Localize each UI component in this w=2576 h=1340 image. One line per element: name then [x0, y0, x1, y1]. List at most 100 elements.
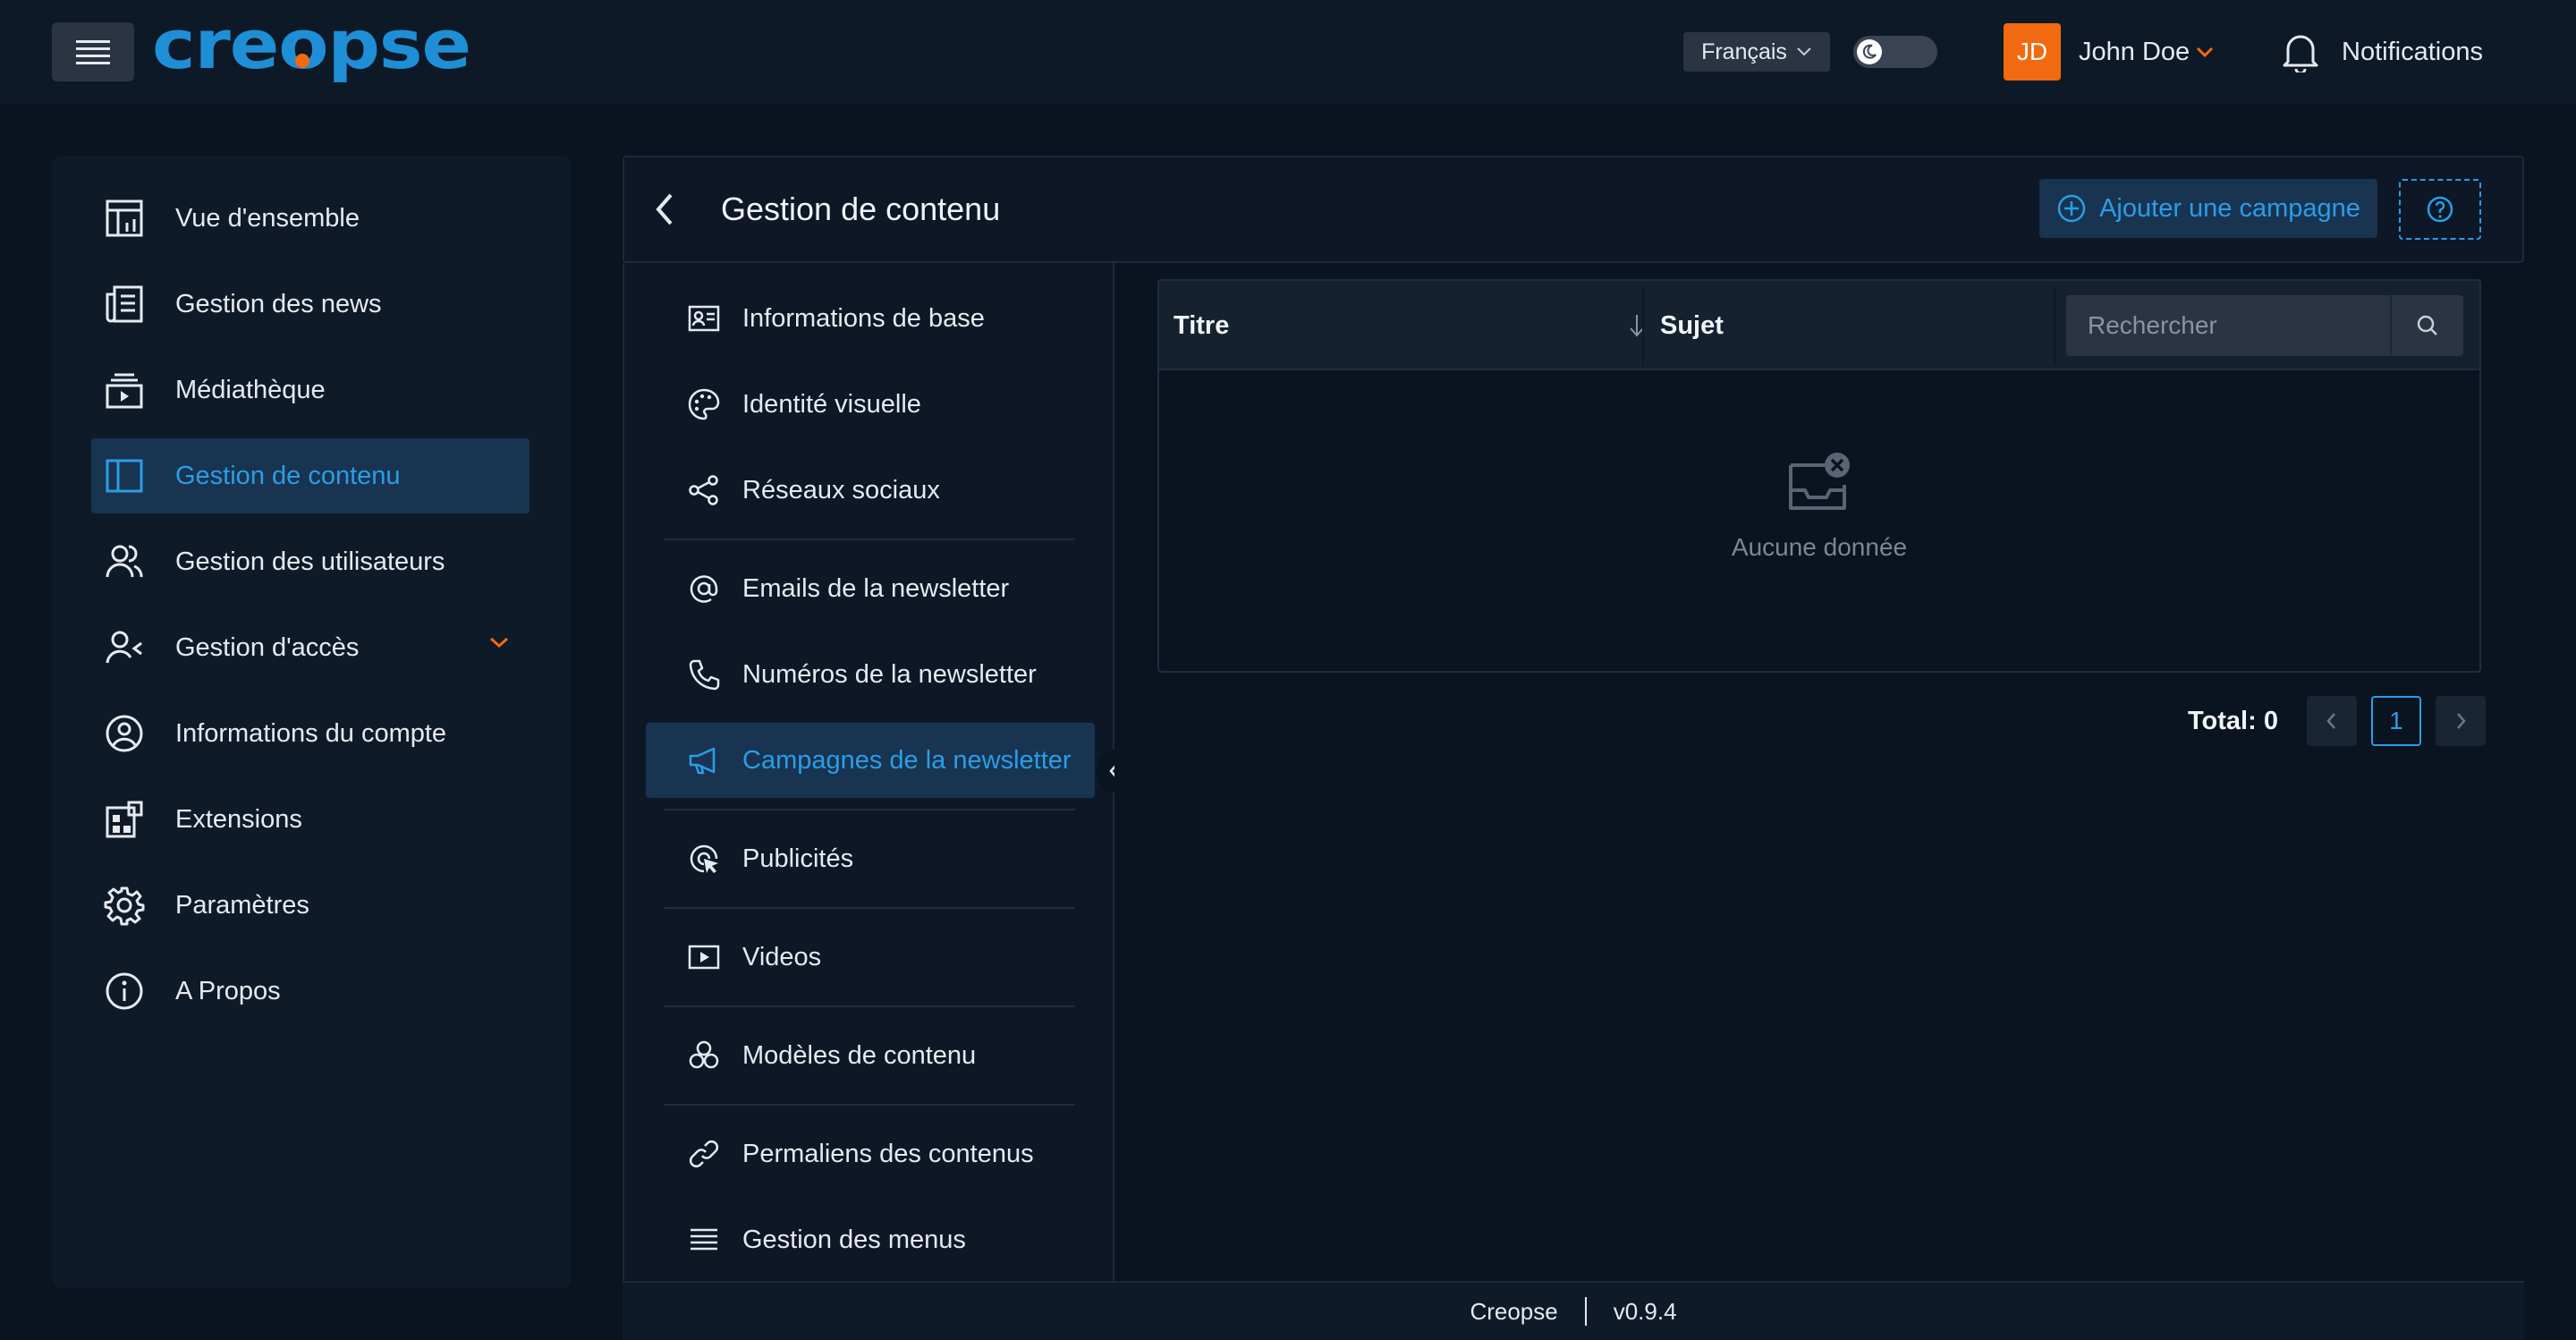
empty-state-text: Aucune donnée: [1731, 533, 1908, 561]
svg-text:creopse: creopse: [152, 11, 470, 84]
back-button[interactable]: [653, 191, 676, 227]
notifications-label: Notifications: [2342, 37, 2483, 66]
page-number-button[interactable]: 1: [2370, 696, 2421, 746]
video-icon: [688, 945, 720, 970]
menu-lines-icon: [691, 1228, 717, 1251]
hamburger-menu-button[interactable]: [52, 22, 134, 81]
main-sidebar: Vue d'ensemble Gestion des news Médiathè…: [52, 156, 571, 1288]
ad-target-icon: [690, 844, 718, 873]
chevron-down-icon: [2197, 47, 2214, 58]
chevron-right-icon: [2457, 713, 2466, 729]
dashboard-icon: [106, 199, 143, 237]
sidebar-item-news[interactable]: Gestion des news: [91, 267, 530, 342]
creopse-logo[interactable]: creopse: [152, 11, 474, 89]
submenu-item-menu-management[interactable]: Gestion des menus: [646, 1202, 1095, 1277]
footer-app-name: Creopse: [1470, 1297, 1558, 1325]
next-page-button[interactable]: [2435, 696, 2486, 746]
user-access-icon: [106, 631, 142, 664]
sidebar-item-settings[interactable]: Paramètres: [91, 868, 530, 943]
user-menu[interactable]: John Doe: [2079, 32, 2215, 72]
language-label: Français: [1701, 38, 1787, 64]
sidebar-item-overview[interactable]: Vue d'ensemble: [91, 181, 530, 256]
palette-icon: [688, 388, 720, 420]
info-icon: [106, 972, 143, 1010]
submenu-item-ads[interactable]: Publicités: [646, 821, 1095, 896]
submenu-item-social-networks[interactable]: Réseaux sociaux: [646, 453, 1095, 528]
extensions-icon: [106, 801, 143, 838]
content-area: Titre Sujet Rechercher Aucune donnée Tot…: [1114, 263, 2524, 1281]
submenu-divider: [664, 1104, 1075, 1106]
submenu-divider: [664, 809, 1075, 810]
link-icon: [689, 1140, 719, 1168]
footer-version: v0.9.4: [1613, 1297, 1677, 1325]
empty-inbox-icon: [1789, 453, 1850, 510]
prev-page-button[interactable]: [2306, 696, 2357, 746]
submenu-item-visual-identity[interactable]: Identité visuelle: [646, 367, 1095, 442]
media-library-icon: [106, 373, 143, 409]
user-name: John Doe: [2079, 37, 2190, 66]
chevron-down-icon[interactable]: [488, 635, 510, 649]
footer: Creopse v0.9.4: [623, 1281, 2524, 1340]
submenu-item-basic-info[interactable]: Informations de base: [646, 281, 1095, 356]
pagination: Total: 0 1: [2188, 696, 2500, 746]
theme-toggle[interactable]: [1853, 36, 1937, 68]
gear-icon: [104, 886, 145, 926]
footer-divider: [1584, 1297, 1587, 1326]
add-campaign-button[interactable]: Ajouter une campagne: [2039, 179, 2377, 238]
id-card-icon: [688, 305, 720, 332]
campaigns-table: Titre Sujet Rechercher Aucune donnée: [1157, 279, 2481, 673]
table-header: Titre Sujet: [1159, 281, 2479, 370]
sidebar-item-content-management[interactable]: Gestion de contenu: [91, 438, 530, 513]
user-avatar[interactable]: JD: [2004, 23, 2061, 81]
blocks-icon: [689, 1040, 719, 1069]
column-header-subject[interactable]: Sujet: [1660, 281, 1724, 370]
sidebar-item-users[interactable]: Gestion des utilisateurs: [91, 524, 530, 599]
sidebar-item-extensions[interactable]: Extensions: [91, 782, 530, 857]
layout-panel-icon: [106, 459, 143, 493]
search-icon: [2417, 315, 2437, 335]
hamburger-icon: [76, 40, 110, 64]
submenu-item-videos[interactable]: Videos: [646, 920, 1095, 995]
submenu-item-newsletter-numbers[interactable]: Numéros de la newsletter: [646, 637, 1095, 712]
submenu-item-newsletter-campaigns[interactable]: Campagnes de la newsletter: [646, 723, 1095, 798]
share-icon: [689, 475, 718, 505]
table-search: [2066, 295, 2463, 356]
chevron-down-icon: [1797, 47, 1811, 56]
submenu-item-content-templates[interactable]: Modèles de contenu: [646, 1018, 1095, 1093]
users-icon: [106, 545, 143, 578]
moon-icon: [1857, 39, 1882, 64]
notifications-button[interactable]: Notifications: [2281, 25, 2483, 79]
empty-state: Aucune donnée: [1159, 370, 2479, 671]
content-submenu: Informations de base Identité visuelle R…: [623, 263, 1114, 1281]
page-header: Gestion de contenu Ajouter une campagne: [623, 156, 2524, 263]
sidebar-item-access-management[interactable]: Gestion d'accès: [91, 610, 530, 685]
submenu-divider: [664, 1005, 1075, 1007]
top-bar: creopse Français JD John Doe Notificatio…: [0, 0, 2576, 104]
at-sign-icon: [690, 575, 718, 603]
account-circle-icon: [106, 715, 143, 752]
submenu-divider: [664, 907, 1075, 909]
chevron-left-icon: [2326, 713, 2335, 729]
chevron-left-icon: [656, 193, 673, 225]
language-select[interactable]: Français: [1683, 32, 1830, 72]
plus-circle-icon: [2057, 194, 2086, 223]
submenu-divider: [664, 539, 1075, 540]
page-title: Gestion de contenu: [721, 191, 1001, 227]
submenu-item-permalinks[interactable]: Permaliens des contenus: [646, 1116, 1095, 1192]
column-divider: [1642, 286, 1644, 365]
submenu-item-newsletter-emails[interactable]: Emails de la newsletter: [646, 551, 1095, 626]
sidebar-item-about[interactable]: A Propos: [91, 954, 530, 1029]
sidebar-item-media-library[interactable]: Médiathèque: [91, 352, 530, 428]
sidebar-item-account-info[interactable]: Informations du compte: [91, 696, 530, 771]
search-input[interactable]: [2066, 295, 2390, 356]
newspaper-icon: [106, 285, 143, 323]
question-circle-icon: [2427, 196, 2453, 223]
column-header-title[interactable]: Titre: [1174, 281, 1229, 370]
total-count: Total: 0: [2188, 706, 2278, 735]
bell-icon: [2283, 35, 2318, 72]
help-button[interactable]: [2399, 179, 2481, 240]
phone-icon: [689, 659, 720, 691]
column-divider: [2054, 286, 2055, 365]
search-button[interactable]: [2390, 295, 2463, 356]
megaphone-icon: [689, 747, 716, 775]
